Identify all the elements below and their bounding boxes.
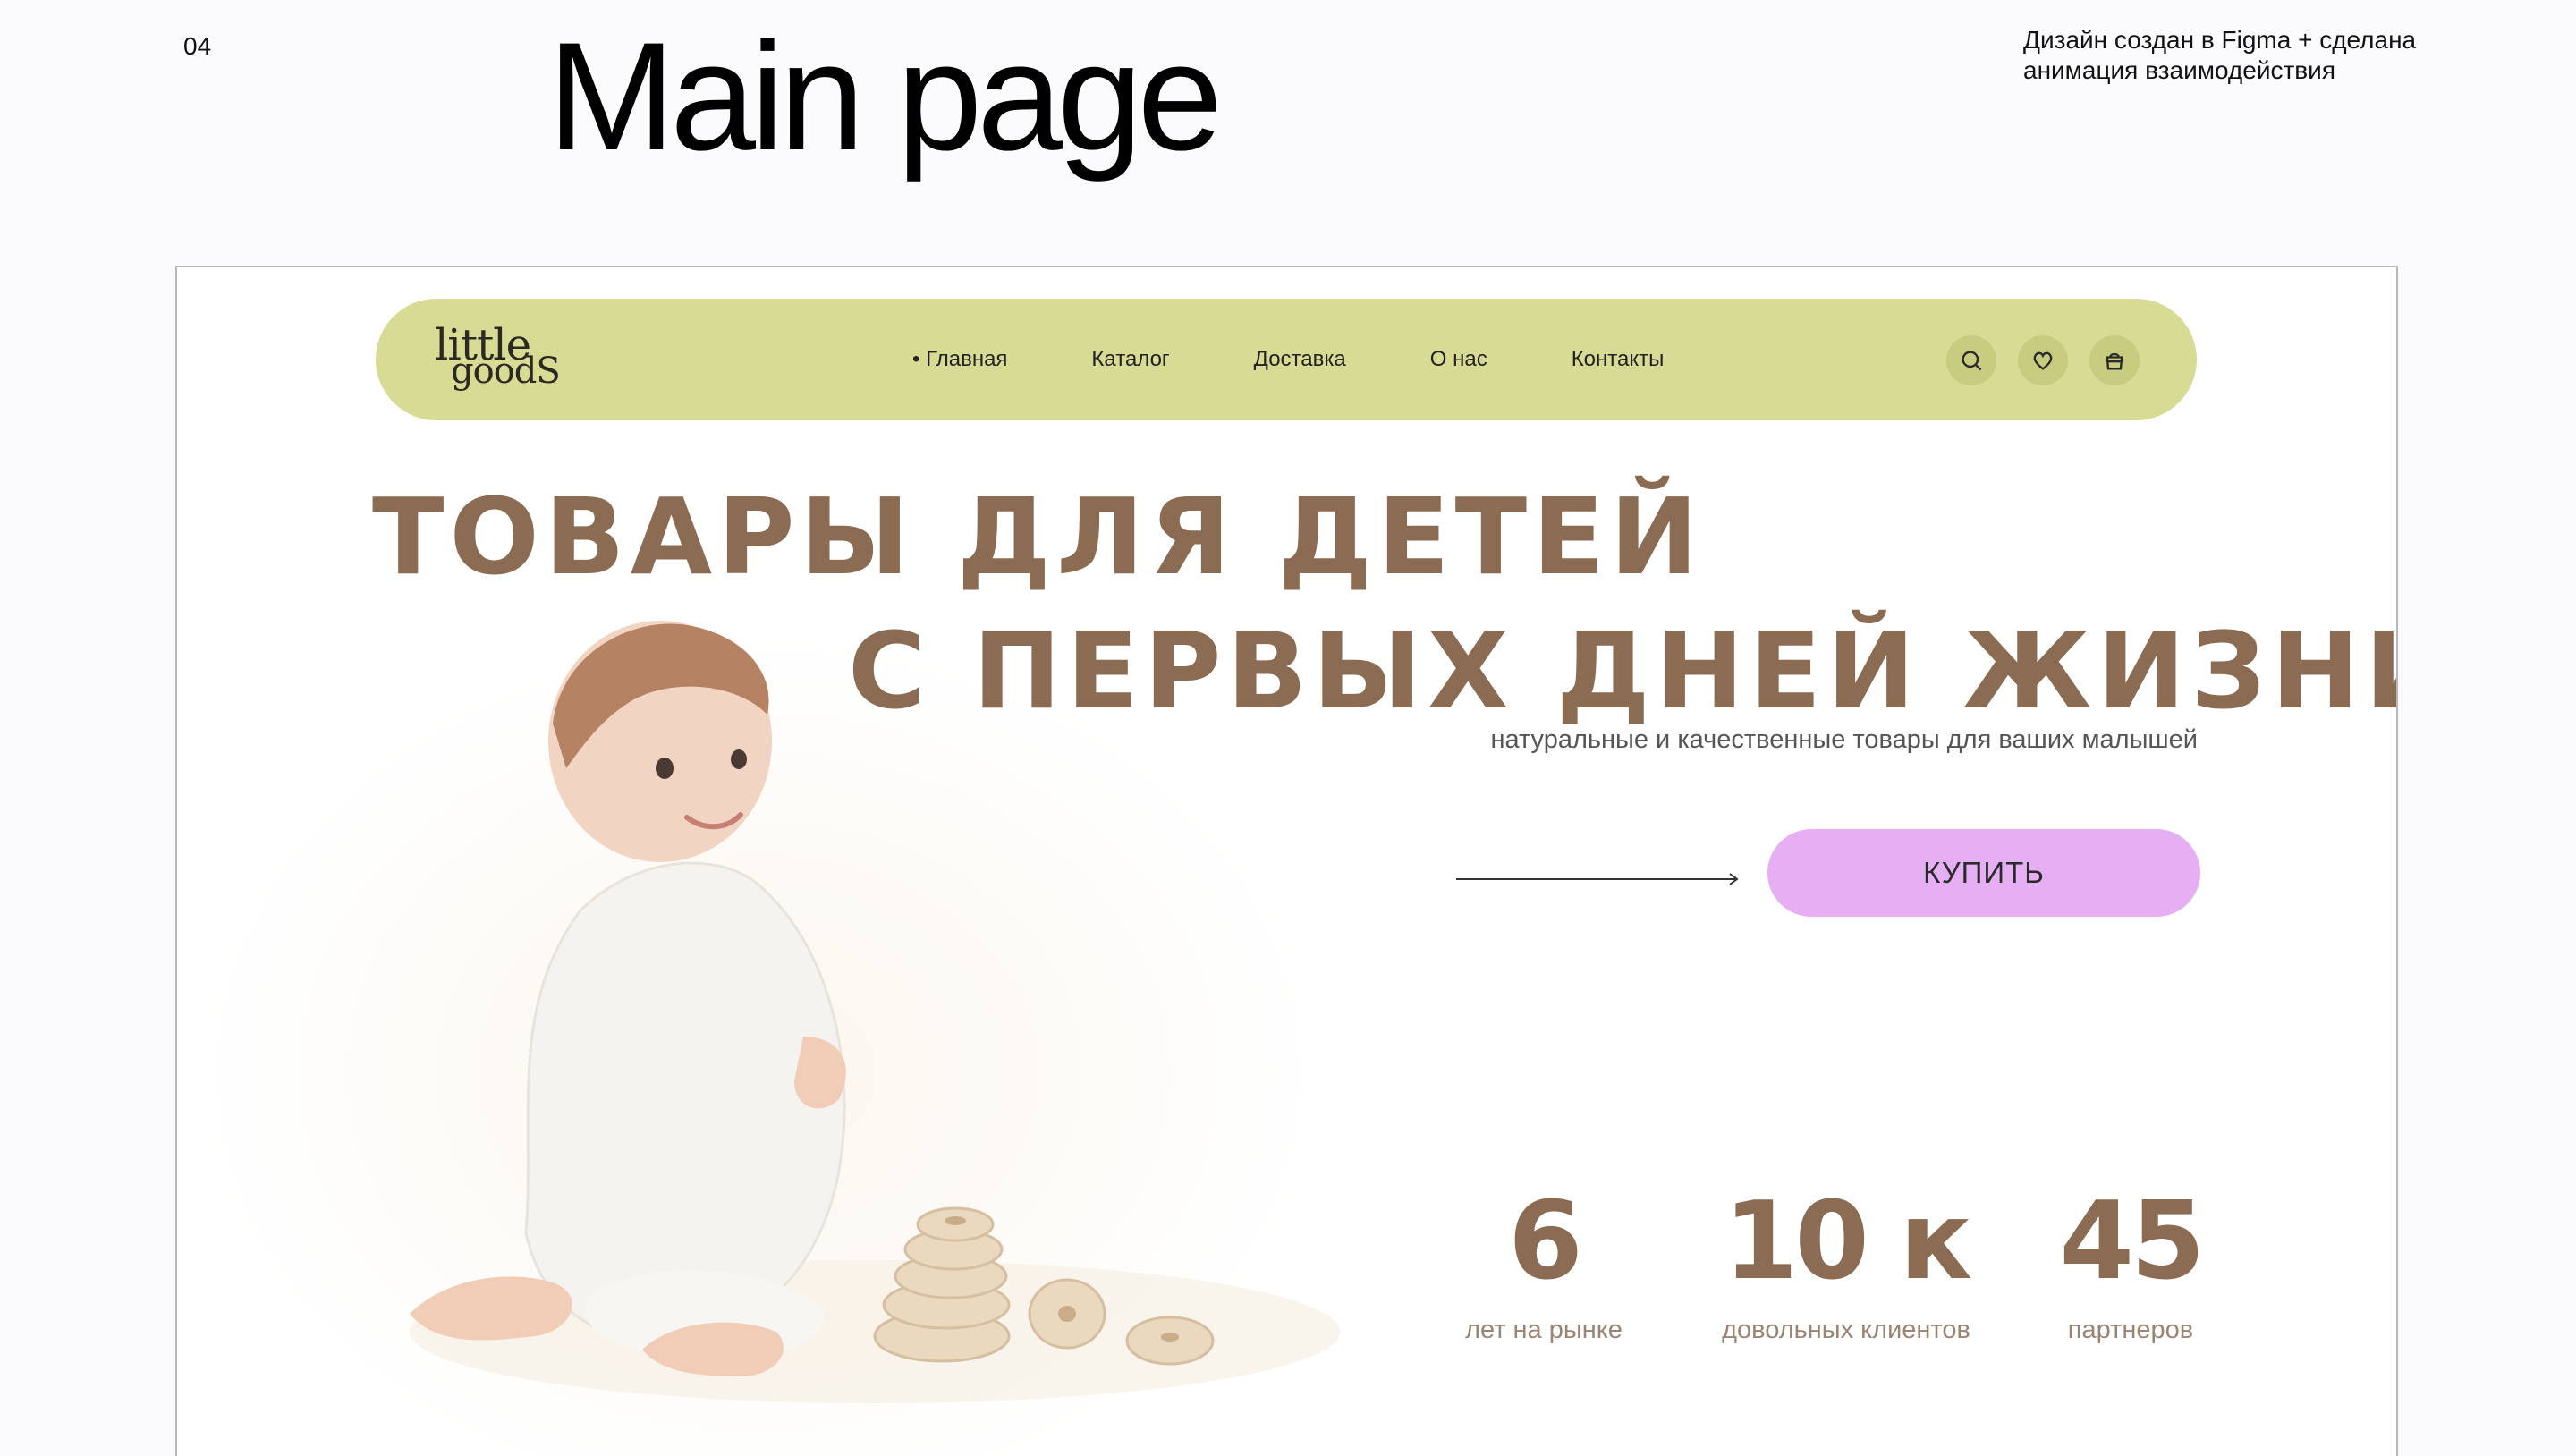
stat-years: 6 лет на рынке [1456, 1189, 1631, 1345]
website-preview-frame: little goodS • Главная Каталог Доставка … [175, 266, 2398, 1456]
stat-value: 6 [1508, 1180, 1583, 1304]
hero-subtitle: натуральные и качественные товары для ва… [1490, 725, 2198, 754]
slide-title: Main page [547, 11, 1223, 182]
baby-photo [410, 621, 1340, 1403]
navbar: little goodS • Главная Каталог Доставка … [376, 299, 2197, 420]
stat-value: 45 [2059, 1180, 2206, 1304]
search-button[interactable] [1946, 335, 1996, 385]
heart-icon [2033, 351, 2053, 370]
stat-partners: 45 партнеров [2059, 1180, 2206, 1345]
slide-number: 04 [183, 32, 212, 60]
nav-links: • Главная Каталог Доставка О нас Контакт… [912, 299, 1748, 420]
cart-button[interactable] [2089, 335, 2140, 385]
site-logo[interactable]: little goodS [431, 320, 565, 395]
arrow-right-icon [1456, 873, 1739, 885]
basket-icon [2106, 352, 2123, 370]
buy-button[interactable]: КУПИТЬ [1767, 829, 2200, 917]
hero-title-line-2: С ПЕРВЫХ ДНЕЙ ЖИЗНИ [848, 609, 2398, 732]
slide-note: Дизайн создан в Figma + сделана анимация… [2023, 26, 2417, 84]
stat-label: лет на рынке [1465, 1316, 1623, 1344]
nav-icons [1946, 335, 2161, 385]
stat-label: партнеров [2067, 1316, 2194, 1344]
stat-value: 10 к [1723, 1180, 1972, 1304]
nav-link-home[interactable]: • Главная [912, 347, 1007, 372]
stat-clients: 10 к довольных клиентов [1710, 1189, 1982, 1345]
nav-link-delivery[interactable]: Доставка [1254, 347, 1346, 372]
favorites-button[interactable] [2018, 335, 2068, 385]
nav-link-about[interactable]: О нас [1430, 347, 1487, 372]
stat-label: довольных клиентов [1722, 1316, 1970, 1344]
logo-line-2: goodS [451, 351, 561, 392]
hero-title-line-1: ТОВАРЫ ДЛЯ ДЕТЕЙ [372, 475, 1704, 598]
nav-link-contacts[interactable]: Контакты [1572, 347, 1665, 372]
search-icon [1962, 351, 1982, 371]
nav-link-catalog[interactable]: Каталог [1091, 347, 1169, 372]
